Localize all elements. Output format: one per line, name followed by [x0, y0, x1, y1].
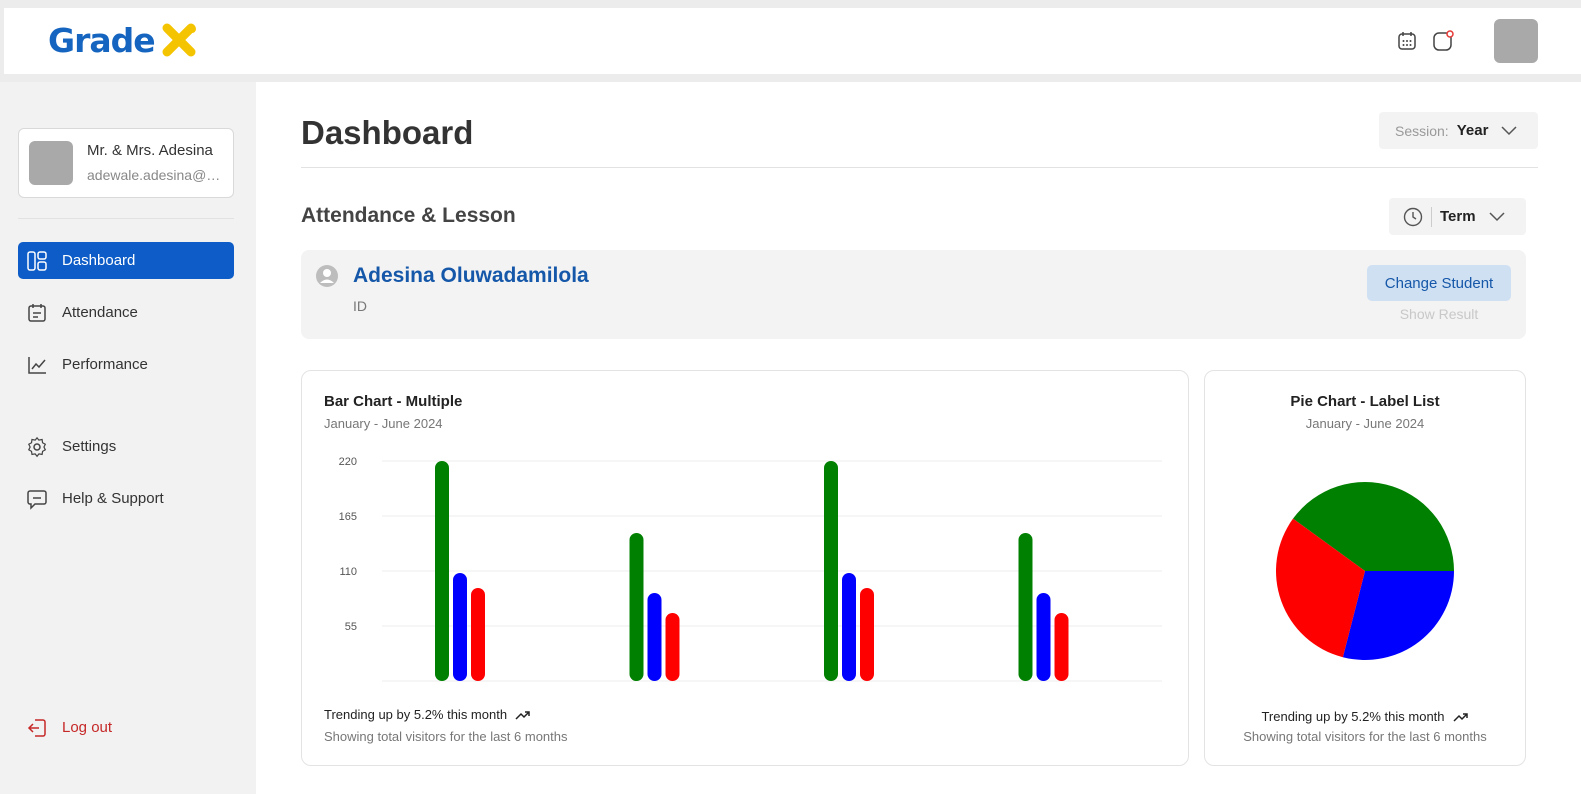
sidebar-item-help-support[interactable]: Help & Support — [18, 480, 234, 517]
logout-button[interactable]: Log out — [18, 709, 234, 746]
sidebar-item-label: Help & Support — [62, 490, 164, 507]
session-select[interactable]: Session: Year — [1379, 112, 1538, 149]
sidebar-item-dashboard[interactable]: Dashboard — [18, 242, 234, 279]
term-value: Term — [1440, 208, 1476, 225]
pie-chart-card: Pie Chart - Label List January - June 20… — [1204, 370, 1526, 766]
session-label: Session: — [1395, 122, 1449, 139]
bar — [665, 613, 680, 681]
sidebar-item-label: Dashboard — [62, 252, 136, 269]
bar — [435, 461, 449, 681]
bar-chart-title: Bar Chart - Multiple — [324, 393, 463, 410]
student-card: Adesina Oluwadamilola ID Change Student … — [301, 250, 1526, 339]
term-select[interactable]: Term — [1389, 198, 1526, 235]
logout-icon — [27, 718, 46, 737]
student-id: ID — [353, 298, 367, 314]
pie-chart-trend: Trending up by 5.2% this month — [1205, 709, 1525, 724]
bar — [842, 573, 856, 681]
calendar-icon[interactable] — [1396, 30, 1418, 52]
profile-name: Mr. & Mrs. Adesina — [87, 142, 213, 159]
calendar-check-icon — [28, 303, 46, 322]
sidebar-item-attendance[interactable]: Attendance — [18, 294, 234, 331]
layout-icon — [27, 250, 47, 271]
bar — [471, 588, 485, 681]
logout-label: Log out — [62, 719, 113, 736]
app-logo[interactable]: Grade — [48, 20, 199, 60]
notification-icon[interactable] — [1432, 30, 1454, 52]
sidebar-divider — [18, 218, 234, 219]
term-separator — [1431, 206, 1432, 227]
user-avatar[interactable] — [1494, 19, 1538, 63]
sidebar-item-label: Settings — [62, 438, 117, 455]
show-result-link[interactable]: Show Result — [1367, 306, 1511, 322]
trending-up-icon — [1453, 712, 1468, 722]
sidebar: Mr. & Mrs. Adesina adewale.adesina@gmail… — [0, 82, 256, 794]
bar-chart-subtitle: January - June 2024 — [324, 416, 443, 431]
y-tick-label: 220 — [339, 456, 357, 468]
pie-chart-trend-text: Trending up by 5.2% this month — [1261, 709, 1445, 724]
page-title: Dashboard — [301, 114, 474, 151]
y-tick-label: 110 — [339, 566, 357, 578]
y-tick-label: 55 — [345, 621, 357, 633]
chart-line-icon — [28, 356, 46, 374]
bar-chart-trend-text: Trending up by 5.2% this month — [324, 707, 508, 722]
sidebar-item-settings[interactable]: Settings — [18, 428, 234, 465]
bar-chart-trend: Trending up by 5.2% this month — [324, 707, 531, 722]
user-circle-icon — [316, 265, 338, 287]
pie-chart-subtitle: January - June 2024 — [1305, 416, 1425, 431]
bar — [1036, 593, 1051, 681]
section-title: Attendance & Lesson — [301, 204, 516, 227]
pie-chart-note: Showing total visitors for the last 6 mo… — [1243, 729, 1487, 744]
sidebar-item-label: Attendance — [62, 304, 138, 321]
bar — [629, 533, 644, 681]
session-value: Year — [1456, 122, 1489, 139]
logo-text: Grade — [48, 20, 156, 60]
pie-chart-title: Pie Chart - Label List — [1290, 393, 1440, 410]
student-name: Adesina Oluwadamilola — [353, 264, 589, 287]
profile-avatar — [29, 141, 73, 185]
bar — [824, 461, 838, 681]
bar — [860, 588, 874, 681]
bar — [1018, 533, 1033, 681]
profile-email: adewale.adesina@gmail.com — [87, 167, 225, 183]
profile-card[interactable]: Mr. & Mrs. Adesina adewale.adesina@gmail… — [18, 128, 234, 198]
y-tick-label: 165 — [339, 511, 357, 523]
chevron-down-icon — [1489, 211, 1505, 221]
sidebar-item-performance[interactable]: Performance — [18, 346, 234, 383]
logo-x-mark — [162, 23, 196, 57]
bar-chart: 220 165 110 55 — [339, 456, 1162, 682]
main-content: Dashboard Session: Year Attendance & Les… — [256, 82, 1581, 794]
top-bar: Grade — [4, 8, 1581, 74]
pie-chart — [1276, 482, 1454, 660]
message-icon — [27, 489, 47, 510]
sidebar-item-label: Performance — [62, 356, 148, 373]
trending-up-icon — [515, 710, 530, 720]
bar — [647, 593, 662, 681]
clock-icon — [1403, 207, 1423, 226]
bar — [453, 573, 467, 681]
chevron-down-icon — [1501, 125, 1517, 135]
bar-chart-note: Showing total visitors for the last 6 mo… — [324, 729, 568, 744]
gear-icon — [27, 436, 47, 457]
title-divider — [301, 167, 1538, 168]
bar-chart-card: Bar Chart - Multiple January - June 2024… — [301, 370, 1189, 766]
change-student-button[interactable]: Change Student — [1367, 265, 1511, 301]
bar — [1054, 613, 1069, 681]
